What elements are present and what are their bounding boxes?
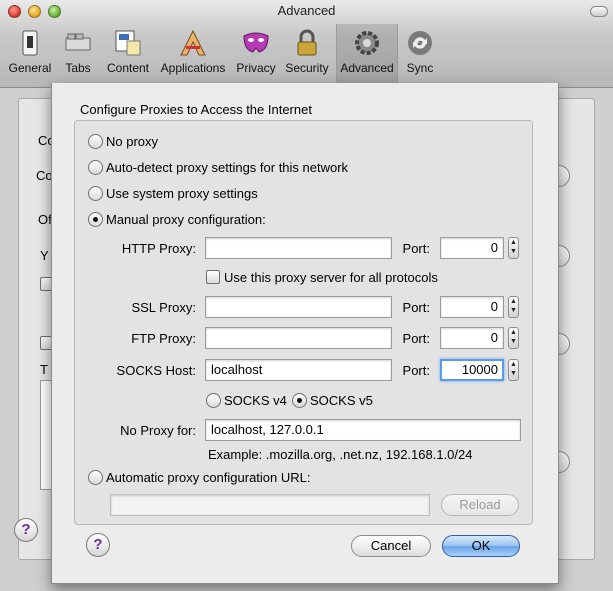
auto-config-url-radio[interactable] [88,470,103,485]
socks-v5-label[interactable]: SOCKS v5 [310,393,373,408]
no-proxy-for-label: No Proxy for: [120,423,196,438]
toolbar-label: Advanced [340,61,394,75]
ftp-proxy-input[interactable] [205,327,392,349]
toolbar-item-tabs[interactable]: Tabs [58,24,98,86]
ssl-proxy-input[interactable] [205,296,392,318]
auto-config-url-input[interactable] [110,494,430,516]
manual-proxy-radio[interactable] [88,212,103,227]
sync-icon [408,31,432,55]
system-proxy-label[interactable]: Use system proxy settings [106,186,258,201]
auto-config-url-label[interactable]: Automatic proxy configuration URL: [106,470,310,485]
down-arrow-icon[interactable]: ▼ [510,248,517,255]
ftp-proxy-label: FTP Proxy: [131,331,196,346]
ssl-port-input[interactable]: 0 [440,296,504,318]
toolbar-label: Privacy [236,61,276,75]
sheet-heading: Configure Proxies to Access the Internet [80,102,312,117]
socks-port-label: Port: [402,363,430,378]
http-port-input[interactable]: 0 [440,237,504,259]
up-arrow-icon[interactable]: ▲ [510,361,517,368]
manual-proxy-label[interactable]: Manual proxy configuration: [106,212,266,227]
system-proxy-radio[interactable] [88,186,103,201]
toolbar-label: Applications [160,61,226,75]
toolbar-label: Sync [406,61,434,75]
up-arrow-icon[interactable]: ▲ [510,239,517,246]
reload-button[interactable]: Reload [441,494,519,516]
toolbar-label: Tabs [65,61,91,75]
down-arrow-icon[interactable]: ▼ [510,307,517,314]
tabs-icon [65,33,91,51]
same-proxy-label[interactable]: Use this proxy server for all protocols [224,270,438,285]
down-arrow-icon[interactable]: ▼ [510,370,517,377]
toolbar-item-security[interactable]: Security [284,24,330,86]
proxy-options-group [74,120,533,525]
toolbar-label: Content [106,61,150,75]
background-text: Y [40,248,49,263]
toolbar-item-general[interactable]: General [6,24,54,86]
gear-icon [355,31,379,55]
toolbar-item-applications[interactable]: Applications [158,24,228,86]
padlock-icon [297,29,317,56]
socks-port-stepper[interactable]: ▲ ▼ [508,359,519,381]
ok-button[interactable]: OK [442,535,520,557]
no-proxy-label[interactable]: No proxy [106,134,158,149]
example-text: Example: .mozilla.org, .net.nz, 192.168.… [208,447,473,462]
applications-icon [180,29,206,56]
up-arrow-icon[interactable]: ▲ [510,298,517,305]
toolbar-toggle-button[interactable] [590,6,608,17]
content-icon [115,30,141,56]
socks-v4-label[interactable]: SOCKS v4 [224,393,287,408]
ftp-port-stepper[interactable]: ▲ ▼ [508,327,519,349]
ssl-port-stepper[interactable]: ▲ ▼ [508,296,519,318]
http-proxy-label: HTTP Proxy: [121,241,196,256]
up-arrow-icon[interactable]: ▲ [510,329,517,336]
ftp-port-label: Port: [402,331,430,346]
toolbar-label: General [8,61,52,75]
background-text: Of [38,212,52,227]
http-port-stepper[interactable]: ▲ ▼ [508,237,519,259]
ssl-proxy-label: SSL Proxy: [131,300,196,315]
mask-icon [243,32,269,53]
toolbar-label: Security [285,61,329,75]
background-help-button: ? [14,518,38,542]
help-button[interactable]: ? [86,533,110,557]
switch-icon [22,30,38,56]
auto-detect-radio[interactable] [88,160,103,175]
ftp-port-input[interactable]: 0 [440,327,504,349]
down-arrow-icon[interactable]: ▼ [510,338,517,345]
toolbar-item-advanced[interactable]: Advanced [336,24,398,86]
socks-host-label: SOCKS Host: [116,363,196,378]
cancel-button[interactable]: Cancel [351,535,431,557]
toolbar-item-sync[interactable]: Sync [402,24,438,86]
socks-host-input[interactable]: localhost [205,359,392,381]
no-proxy-radio[interactable] [88,134,103,149]
http-port-label: Port: [402,241,430,256]
no-proxy-for-input[interactable]: localhost, 127.0.0.1 [205,419,521,441]
toolbar-item-content[interactable]: Content [102,24,154,86]
auto-detect-label[interactable]: Auto-detect proxy settings for this netw… [106,160,348,175]
http-proxy-input[interactable] [205,237,392,259]
ssl-port-label: Port: [402,300,430,315]
window-title: Advanced [277,3,336,18]
socks-v4-radio[interactable] [206,393,221,408]
same-proxy-checkbox[interactable] [206,270,220,284]
background-text: T [40,362,48,377]
socks-v5-radio[interactable] [292,393,307,408]
toolbar-item-privacy[interactable]: Privacy [233,24,279,86]
socks-port-input[interactable]: 10000 [440,359,504,381]
